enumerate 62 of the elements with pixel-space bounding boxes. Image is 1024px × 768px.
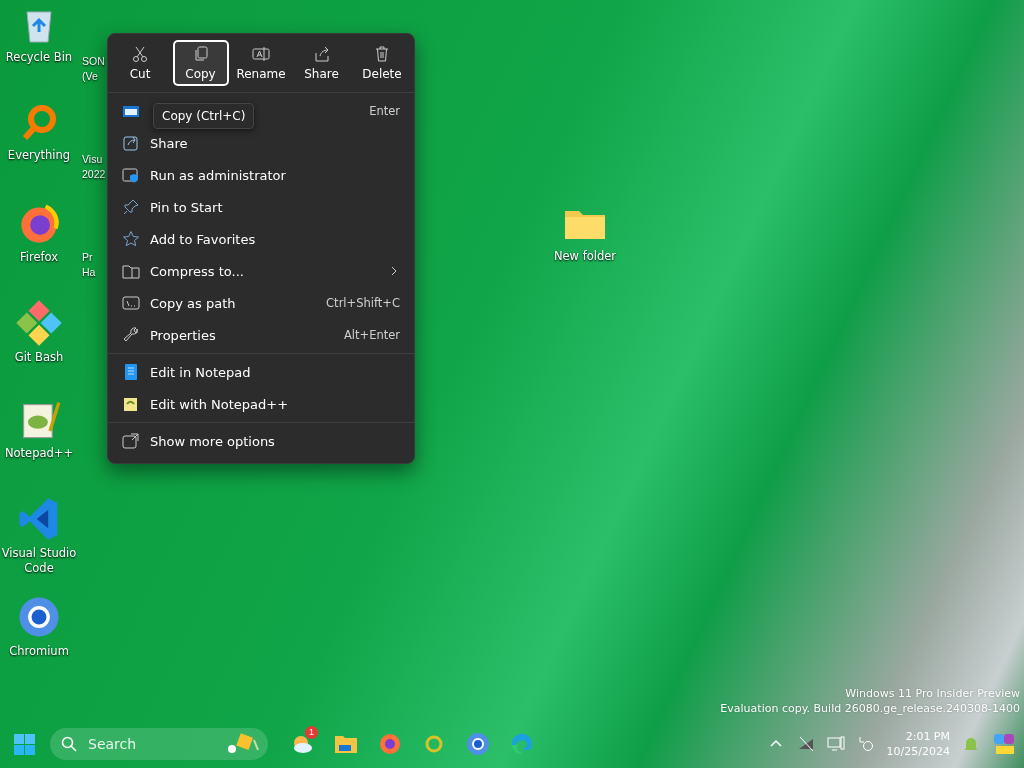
- desktop-icon-label[interactable]: (Ve: [82, 69, 98, 84]
- toolbar-button[interactable]: Copy: [172, 40, 229, 86]
- watermark-text: Windows 11 Pro Insider Preview: [845, 686, 1020, 701]
- path-icon: [122, 294, 140, 312]
- copilot-icon: [992, 732, 1016, 756]
- shield-window-icon: [122, 166, 140, 184]
- toolbar-button[interactable]: Share: [293, 40, 350, 86]
- folder-zip-icon: [122, 262, 140, 280]
- desktop-icon-label[interactable]: Visu: [82, 152, 103, 167]
- trash-icon: [373, 45, 391, 63]
- chromium-icon: [465, 731, 491, 757]
- taskbar-app[interactable]: 1: [286, 728, 318, 760]
- menu-item[interactable]: Pin to Start: [112, 191, 410, 223]
- edge-icon: [509, 731, 535, 757]
- desktop-icon-label[interactable]: 2022: [82, 167, 106, 182]
- pin-icon: [122, 198, 140, 216]
- menu-item[interactable]: Show more options: [112, 425, 410, 457]
- menu-item[interactable]: Compress to...: [112, 255, 410, 287]
- star-icon: [122, 230, 140, 248]
- rename-icon: [252, 45, 270, 63]
- shortcut-text: Enter: [369, 104, 400, 118]
- wrench-icon: [122, 326, 140, 344]
- firefox-icon: [377, 731, 403, 757]
- desktop-icon-label[interactable]: Firefox: [19, 250, 59, 265]
- windows-logo-icon: [11, 731, 37, 757]
- desktop-icon-label[interactable]: Everything: [7, 148, 71, 163]
- desktop-icon-label[interactable]: Notepad++: [4, 446, 74, 461]
- date-text: 10/25/2024: [886, 744, 950, 759]
- menu-item[interactable]: Share: [112, 127, 410, 159]
- desktop-icon-label[interactable]: Pr: [82, 250, 93, 265]
- menu-item[interactable]: Edit with Notepad++: [112, 388, 410, 420]
- desktop-icon-label[interactable]: Visual Studio Code: [0, 546, 78, 576]
- bell-icon: [962, 735, 980, 753]
- toolbar-button[interactable]: Cut: [112, 40, 168, 86]
- expand-icon: [122, 432, 140, 450]
- share-icon: [312, 45, 331, 63]
- desktop-icon-label[interactable]: Chromium: [9, 644, 69, 659]
- toolbar-button[interactable]: Rename: [233, 40, 289, 86]
- menu-item[interactable]: Add to Favorites: [112, 223, 410, 255]
- desktop-icon-label[interactable]: Git Bash: [14, 350, 64, 365]
- scissors-icon: [131, 45, 149, 63]
- git-bash-icon: [16, 300, 62, 346]
- share-icon: [122, 134, 140, 152]
- search-field[interactable]: Search: [86, 735, 218, 753]
- menu-item[interactable]: Properties Alt+Enter: [112, 319, 410, 351]
- menu-item[interactable]: Run as administrator: [112, 159, 410, 191]
- display-icon: [826, 735, 845, 753]
- desktop-icon-label[interactable]: Ha: [82, 265, 96, 280]
- menu-item[interactable]: Edit in Notepad: [112, 356, 410, 388]
- desktop-icon-label[interactable]: SON: [82, 54, 105, 69]
- search-icon: [60, 735, 78, 753]
- notification-badge: 1: [305, 726, 318, 739]
- highlight-art-icon: [226, 732, 260, 756]
- time-text: 2:01 PM: [905, 729, 950, 744]
- menu-item[interactable]: Copy as path Ctrl+Shift+C: [112, 287, 410, 319]
- watermark-text: Evaluation copy. Build 26080.ge_release.240308-1400: [720, 701, 1020, 716]
- desktop-icon-label[interactable]: Recycle Bin: [5, 50, 73, 65]
- search-bar[interactable]: Search: [50, 728, 268, 760]
- toolbar-button[interactable]: Delete: [354, 40, 410, 86]
- tooltip: Copy (Ctrl+C): [153, 103, 255, 129]
- desktop-icon-label[interactable]: New folder: [553, 249, 617, 264]
- notepad-icon: [122, 363, 140, 381]
